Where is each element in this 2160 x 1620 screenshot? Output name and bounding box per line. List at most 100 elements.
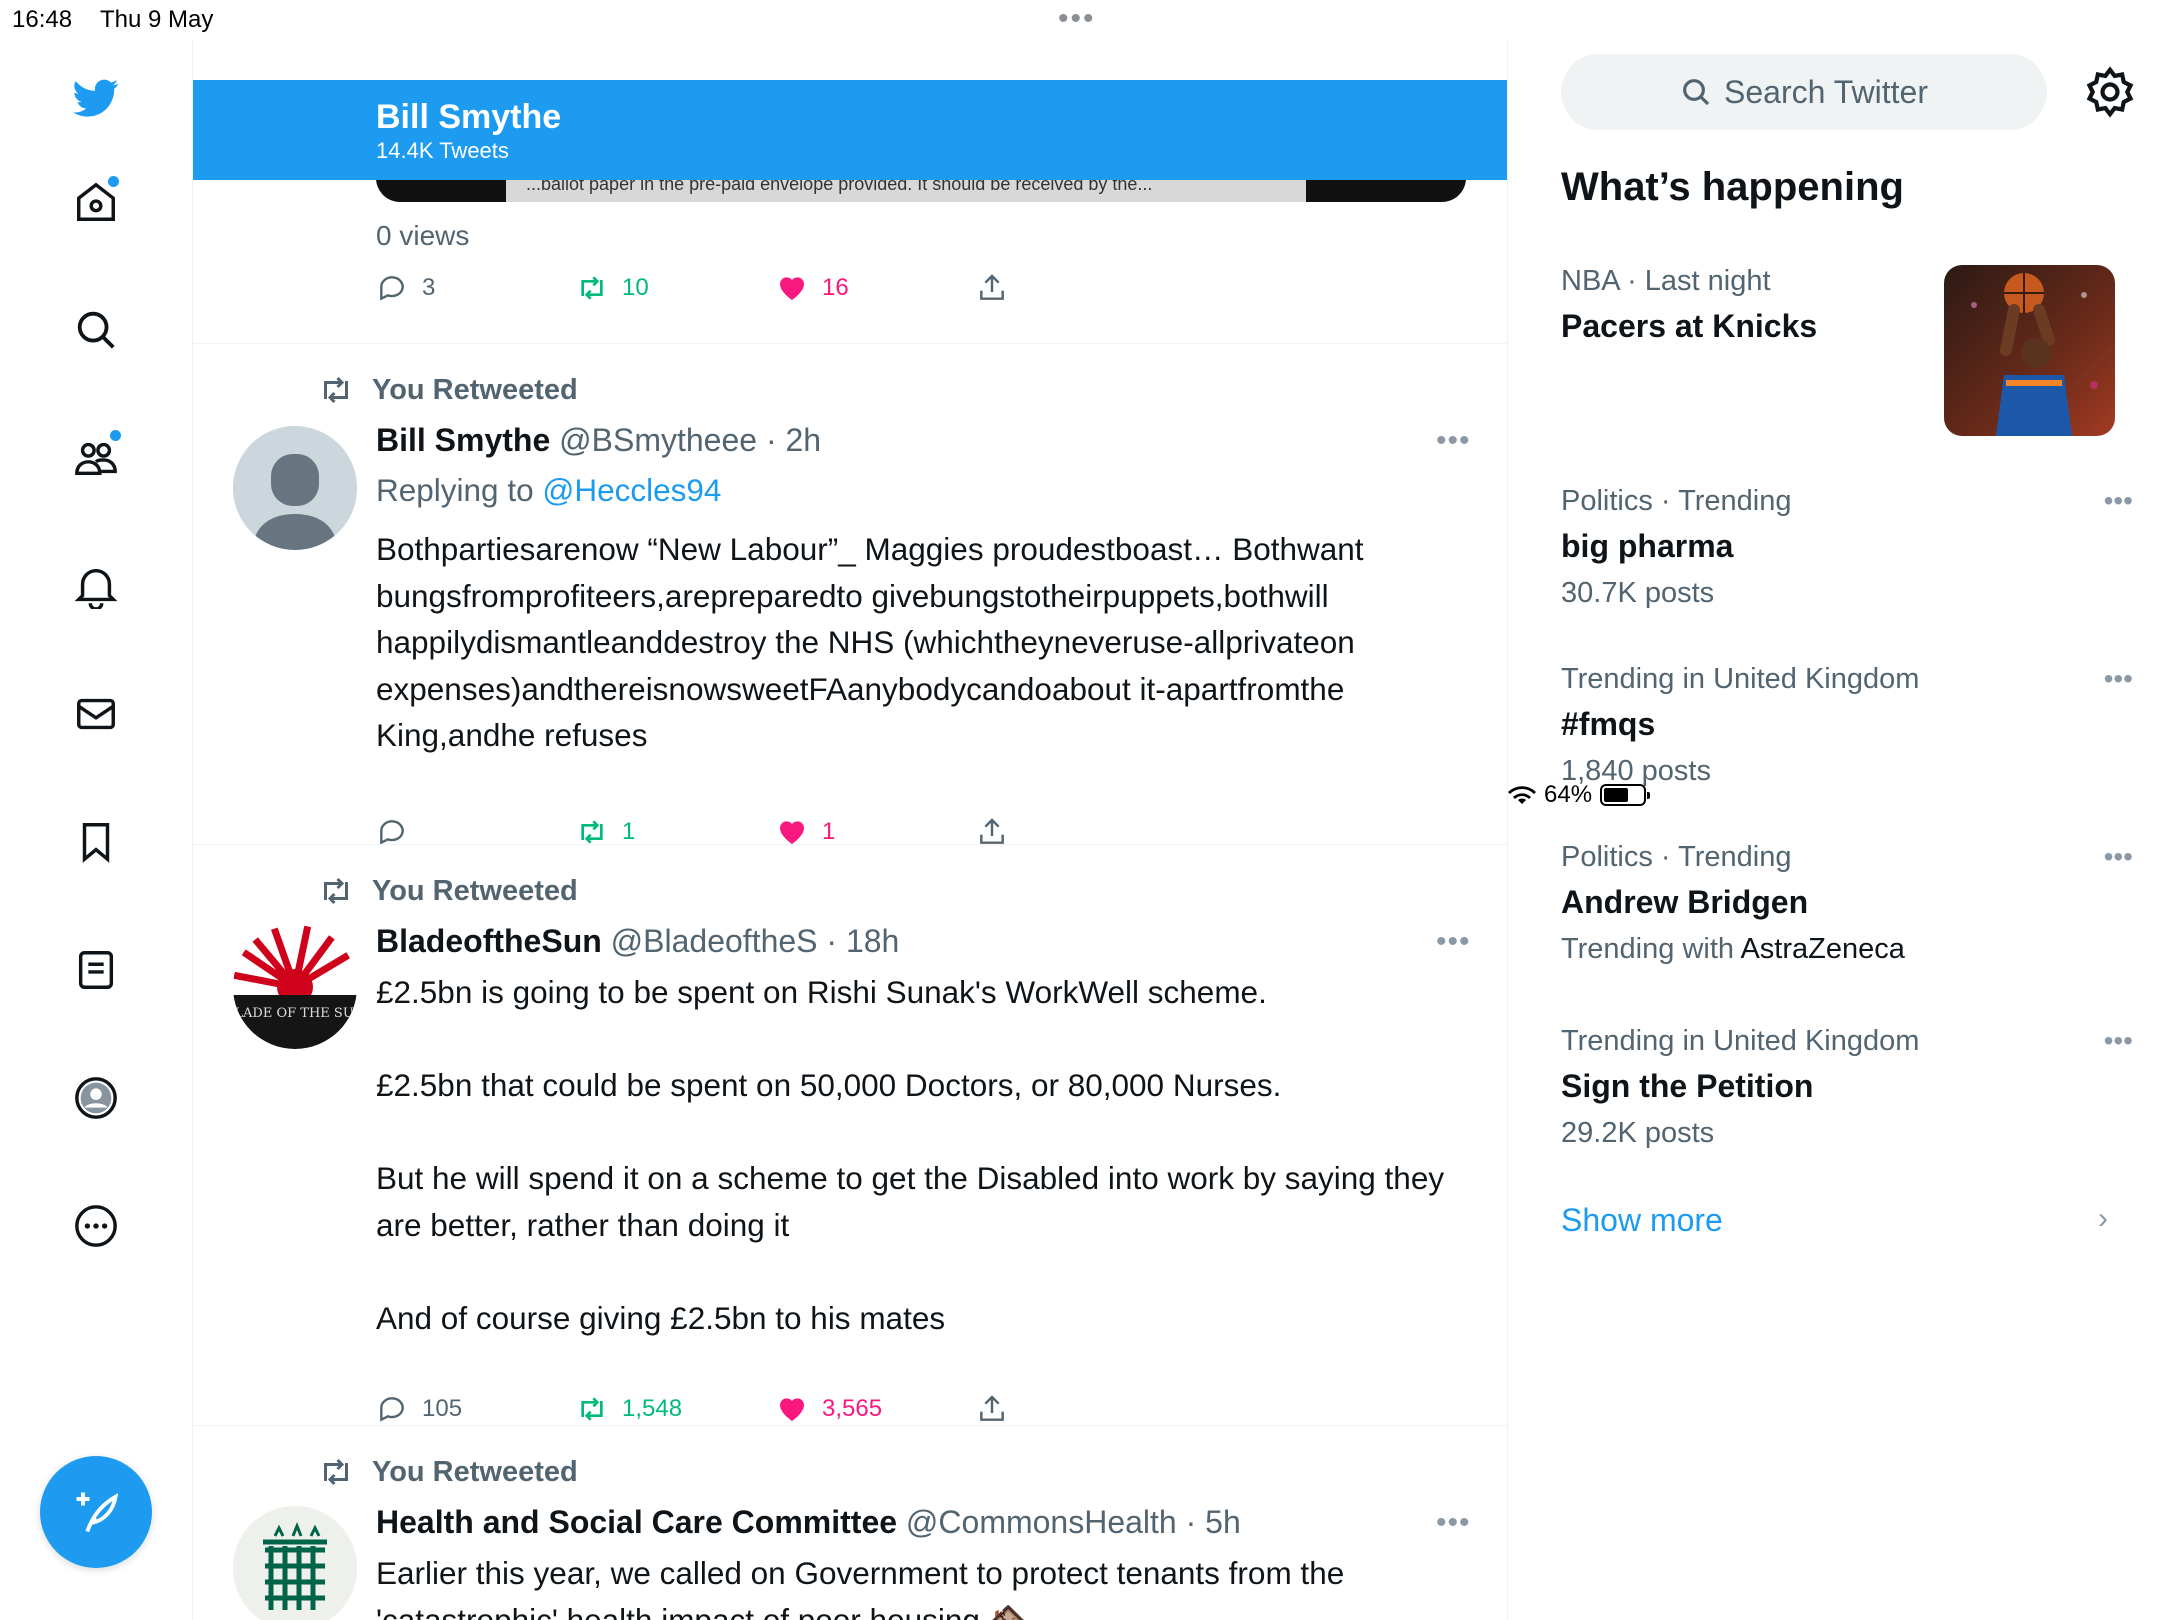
retweeted-indicator: You Retweeted bbox=[318, 372, 578, 408]
replying-to: Replying to @Heccles94 bbox=[376, 472, 721, 509]
retweet-count: 1,548 bbox=[622, 1395, 683, 1422]
tweet-more-button[interactable]: ••• bbox=[1436, 925, 1471, 959]
tweet-time[interactable]: · 2h bbox=[766, 422, 821, 458]
author-handle[interactable]: @CommonsHealth bbox=[906, 1504, 1177, 1540]
tweet-header: Bill Smythe @BSmytheee · 2h bbox=[376, 422, 821, 459]
multitasking-dots[interactable]: ••• bbox=[1058, 2, 1096, 36]
tweet[interactable]: You Retweeted BLADE OF THE SUN Bladeofth… bbox=[193, 845, 1507, 1425]
like-count: 3,565 bbox=[822, 1395, 883, 1422]
author-handle[interactable]: @BladeoftheS bbox=[611, 923, 818, 959]
trend-more-button[interactable]: ••• bbox=[2104, 485, 2133, 517]
share-button[interactable] bbox=[976, 1393, 1008, 1425]
more-icon[interactable] bbox=[66, 1196, 126, 1256]
basketball-photo bbox=[1944, 265, 2115, 436]
communities-icon[interactable] bbox=[66, 428, 126, 488]
trend-posts: 29.2K posts bbox=[1561, 1117, 1715, 1149]
tweet-more-button[interactable]: ••• bbox=[1436, 1506, 1471, 1540]
trend-item[interactable]: Trending in United Kingdom #fmqs 1,840 p… bbox=[1561, 663, 2133, 788]
author-name[interactable]: BladeoftheSun bbox=[376, 923, 602, 959]
status-time: 16:48 bbox=[12, 6, 73, 33]
reply-count: 3 bbox=[422, 274, 436, 301]
profile-icon[interactable] bbox=[66, 1068, 126, 1128]
retweeted-label: You Retweeted bbox=[372, 874, 578, 907]
retweet-button[interactable]: 1,548 bbox=[576, 1393, 682, 1425]
search-input[interactable]: Search Twitter bbox=[1561, 54, 2047, 130]
bookmark-icon[interactable] bbox=[66, 812, 126, 872]
like-button[interactable]: 3,565 bbox=[776, 1393, 882, 1425]
trend-image[interactable] bbox=[1944, 265, 2115, 436]
views-count: 0 views bbox=[376, 220, 470, 251]
trend-item[interactable]: Politics · Trending Andrew Bridgen Trend… bbox=[1561, 841, 2133, 966]
trend-meta: Politics · Trending bbox=[1561, 485, 1792, 517]
status-date: Thu 9 May bbox=[100, 6, 214, 33]
left-navigation bbox=[0, 40, 193, 1620]
tweet-text: £2.5bn is going to be spent on Rishi Sun… bbox=[376, 974, 1445, 1336]
trend-more-button[interactable]: ••• bbox=[2104, 841, 2133, 873]
trend-posts: 30.7K posts bbox=[1561, 577, 1715, 609]
compose-tweet-button[interactable] bbox=[40, 1456, 152, 1568]
retweet-count: 10 bbox=[622, 274, 649, 301]
avatar[interactable] bbox=[233, 426, 357, 550]
bell-icon[interactable] bbox=[66, 556, 126, 616]
retweet-count: 1 bbox=[622, 818, 636, 845]
trend-related-term[interactable]: AstraZeneca bbox=[1740, 933, 1904, 965]
tweet-header: Health and Social Care Committee @Common… bbox=[376, 1504, 1241, 1541]
avatar-text: BLADE OF THE SUN bbox=[233, 1006, 357, 1021]
trend-item[interactable]: Politics · Trending big pharma 30.7K pos… bbox=[1561, 485, 2133, 610]
replying-prefix: Replying to bbox=[376, 472, 534, 508]
author-name[interactable]: Bill Smythe bbox=[376, 422, 550, 458]
share-button[interactable] bbox=[976, 272, 1008, 304]
timeline[interactable]: Bill Smythe 14.4K Tweets ...ballot paper… bbox=[193, 40, 1508, 1620]
reply-count: 105 bbox=[422, 1395, 463, 1422]
trend-related: Trending with AstraZeneca bbox=[1561, 933, 2121, 966]
author-name[interactable]: Health and Social Care Committee bbox=[376, 1504, 897, 1540]
tweet-time[interactable]: · 18h bbox=[826, 923, 899, 959]
retweet-button[interactable]: 10 bbox=[576, 272, 649, 304]
reply-icon bbox=[380, 1397, 404, 1422]
twitter-bird-icon[interactable] bbox=[66, 68, 126, 128]
avatar[interactable]: BLADE OF THE SUN bbox=[233, 925, 357, 1049]
retweeted-indicator: You Retweeted bbox=[318, 873, 578, 909]
show-more-link[interactable]: Show more bbox=[1561, 1202, 1723, 1239]
search-icon bbox=[1683, 79, 1710, 106]
chevron-right-icon: › bbox=[2098, 1202, 2108, 1235]
portcullis-logo bbox=[233, 1506, 357, 1620]
trend-more-button[interactable]: ••• bbox=[2104, 663, 2133, 695]
status-bar: 16:48 Thu 9 May ••• 64% bbox=[0, 0, 2160, 808]
replying-handle[interactable]: @Heccles94 bbox=[542, 472, 721, 508]
like-count: 16 bbox=[822, 274, 849, 301]
trend-item[interactable]: Trending in United Kingdom Sign the Peti… bbox=[1561, 1025, 2133, 1150]
retweet-icon bbox=[581, 1397, 603, 1421]
reply-button[interactable]: 105 bbox=[376, 1393, 462, 1425]
retweeted-label: You Retweeted bbox=[372, 373, 578, 406]
tweet-more-button[interactable]: ••• bbox=[1436, 424, 1471, 458]
whats-happening-title: What’s happening bbox=[1561, 165, 1904, 209]
trend-title: #fmqs bbox=[1561, 706, 1656, 742]
mail-icon[interactable] bbox=[66, 684, 126, 744]
retweeted-label: You Retweeted bbox=[372, 1455, 578, 1488]
trend-title: Andrew Bridgen bbox=[1561, 884, 1809, 920]
trend-more-button[interactable]: ••• bbox=[2104, 1025, 2133, 1057]
share-icon bbox=[980, 1395, 1004, 1421]
heart-icon bbox=[780, 1398, 804, 1421]
tweet[interactable]: You Retweeted Health and Social Care Com… bbox=[193, 1426, 1507, 1620]
reply-icon bbox=[380, 276, 404, 301]
tweet-actions: 3 10 16 bbox=[376, 272, 1456, 312]
avatar[interactable] bbox=[233, 1506, 357, 1620]
trend-meta: Politics · Trending bbox=[1561, 841, 1792, 873]
settings-button[interactable] bbox=[2082, 64, 2138, 120]
tweet-text: Bothpartiesarenow “New Labour”_ Maggies … bbox=[376, 531, 1364, 753]
author-handle[interactable]: @BSmytheee bbox=[559, 422, 757, 458]
like-button[interactable]: 16 bbox=[776, 272, 849, 304]
home-icon[interactable] bbox=[66, 172, 126, 232]
share-icon bbox=[980, 274, 1004, 300]
search-icon[interactable] bbox=[66, 300, 126, 360]
tweet[interactable]: You Retweeted Bill Smythe @BSmytheee · 2… bbox=[193, 344, 1507, 845]
trend-title: big pharma bbox=[1561, 528, 1734, 564]
reply-button[interactable]: 3 bbox=[376, 272, 435, 304]
lists-icon[interactable] bbox=[66, 940, 126, 1000]
trend-related-prefix: Trending with bbox=[1561, 933, 1741, 965]
tweet-text: Earlier this year, we called on Governme… bbox=[376, 1555, 1345, 1620]
tweet-time[interactable]: · 5h bbox=[1186, 1504, 1241, 1540]
profile-header[interactable]: Bill Smythe 14.4K Tweets bbox=[193, 80, 1507, 180]
